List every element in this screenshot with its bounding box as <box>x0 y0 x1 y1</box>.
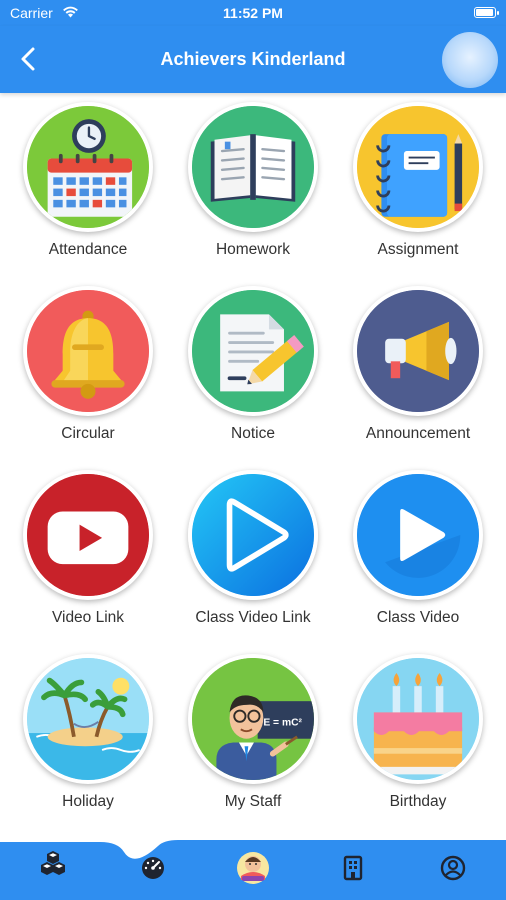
holiday-label: Holiday <box>62 793 114 810</box>
birthday-tile[interactable]: Birthday <box>336 648 500 818</box>
tab-home[interactable] <box>23 838 83 900</box>
homework-label: Homework <box>215 241 291 258</box>
school-logo-avatar[interactable] <box>442 32 498 88</box>
school-logo-icon <box>237 852 269 884</box>
building-icon <box>343 855 363 881</box>
tab-profile[interactable] <box>423 838 483 900</box>
play-outline-icon <box>188 470 318 600</box>
tab-school[interactable] <box>223 838 283 900</box>
page-title: Achievers Kinderland <box>160 49 346 69</box>
notice-tile[interactable]: Notice <box>171 280 335 450</box>
circular-label: Circular <box>61 425 115 442</box>
notice-paper-pencil-icon <box>188 286 318 416</box>
video-link-label: Video Link <box>51 609 125 626</box>
bottom-tab-bar <box>0 838 506 900</box>
class-video-link-label: Class Video Link <box>195 609 311 626</box>
class-video-tile[interactable]: Class Video <box>336 464 500 634</box>
attendance-icon <box>23 102 153 232</box>
play-icon <box>353 470 483 600</box>
assignment-tile[interactable]: Assignment <box>336 96 500 266</box>
notice-label: Notice <box>231 425 275 442</box>
cubes-icon <box>41 851 65 875</box>
megaphone-icon <box>353 286 483 416</box>
dashboard-gauge-icon <box>142 857 164 879</box>
circular-tile[interactable]: Circular <box>6 280 170 450</box>
announcement-label: Announcement <box>365 425 471 442</box>
status-bar: Carrier 11:52 PM <box>0 0 506 26</box>
assignment-label: Assignment <box>377 241 459 258</box>
my-staff-tile[interactable]: E = mC² My Staff <box>171 648 335 818</box>
birthday-cake-icon <box>353 654 483 784</box>
youtube-icon <box>23 470 153 600</box>
nav-bar: Achievers Kinderland <box>0 26 506 93</box>
assignment-notebook-icon <box>353 102 483 232</box>
homework-book-icon <box>188 102 318 232</box>
homework-tile[interactable]: Homework <box>171 96 335 266</box>
beach-island-icon <box>23 654 153 784</box>
user-profile-icon <box>440 855 466 881</box>
video-link-tile[interactable]: Video Link <box>6 464 170 634</box>
tab-building[interactable] <box>323 838 383 900</box>
my-staff-label: My Staff <box>224 793 282 810</box>
birthday-label: Birthday <box>389 793 447 810</box>
class-video-label: Class Video <box>376 609 460 626</box>
holiday-tile[interactable]: Holiday <box>6 648 170 818</box>
battery-level <box>476 9 493 16</box>
staff-board-text: E = mC² <box>263 718 302 729</box>
class-video-link-tile[interactable]: Class Video Link <box>171 464 335 634</box>
bell-icon <box>23 286 153 416</box>
announcement-tile[interactable]: Announcement <box>336 280 500 450</box>
tab-dashboard[interactable] <box>123 838 183 900</box>
attendance-tile[interactable]: Attendance <box>6 96 170 266</box>
attendance-label: Attendance <box>48 241 128 258</box>
battery-icon <box>474 7 499 18</box>
status-time: 11:52 PM <box>223 5 283 21</box>
teacher-icon: E = mC² <box>188 654 318 784</box>
